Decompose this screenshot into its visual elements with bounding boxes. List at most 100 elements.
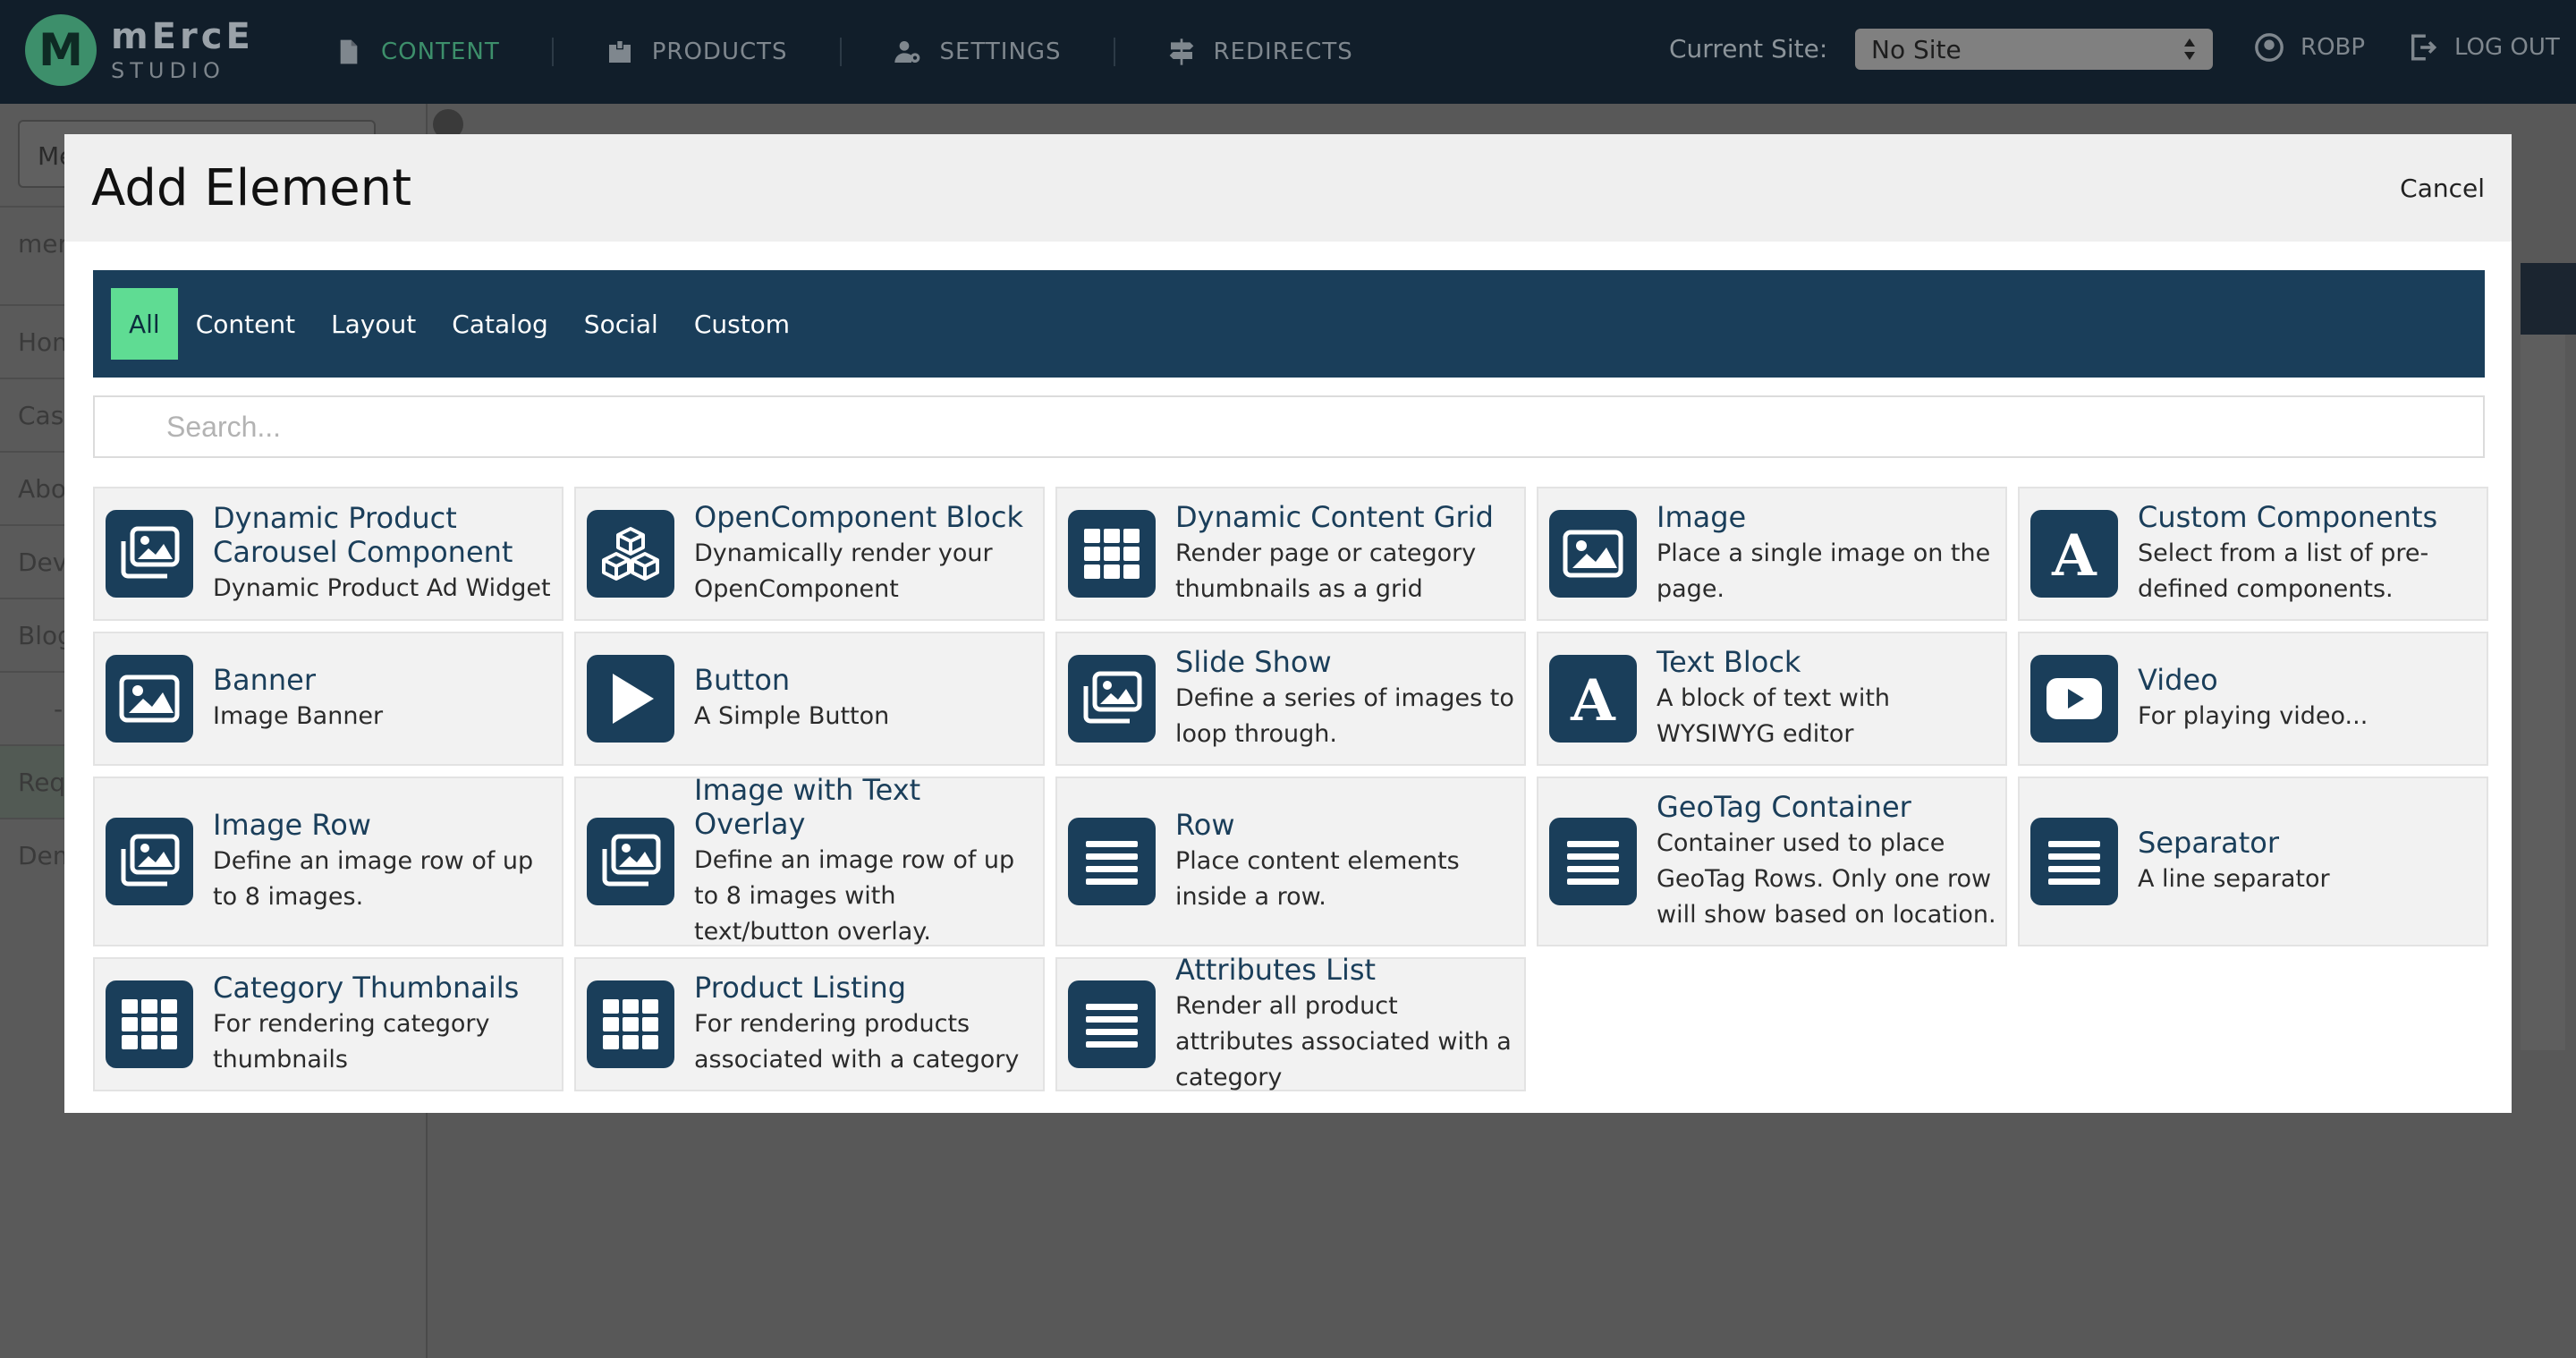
element-card[interactable]: Image Place a single image on the page. (1537, 487, 2007, 621)
element-description: Place a single image on the page. (1657, 539, 1991, 603)
images-icon (1068, 655, 1156, 743)
element-description: Render page or category thumbnails as a … (1175, 539, 1477, 603)
element-description: For rendering products associated with a… (694, 1010, 1020, 1074)
grid-icon (106, 980, 193, 1068)
logo-badge: M (25, 14, 97, 86)
svg-text:A: A (2051, 525, 2097, 582)
svg-text:A: A (1570, 670, 1616, 727)
element-card-text: Image with Text Overlay Define an image r… (694, 773, 1043, 950)
logo-wordmark: mErcE STUDIO (111, 19, 254, 81)
element-name: Image (1657, 500, 1747, 534)
element-description: Select from a list of pre-defined compon… (2138, 539, 2429, 603)
images-icon (106, 510, 193, 598)
element-card[interactable]: Product Listing For rendering products as… (574, 957, 1045, 1091)
background-content (2521, 335, 2565, 1050)
nav-item-settings[interactable]: SETTINGS (894, 38, 1062, 66)
element-name: Button (694, 663, 791, 697)
sidebar-item-label: Dev (18, 547, 68, 577)
element-card-text: Text Block A block of text with WYSIWYG e… (1657, 645, 2005, 752)
nav-item-label: PRODUCTS (651, 38, 788, 65)
logo-name: mErcE (111, 16, 254, 57)
element-name: Image Row (213, 808, 371, 842)
tab-all[interactable]: All (111, 288, 178, 360)
images-icon (587, 818, 674, 905)
element-description: For rendering category thumbnails (213, 1010, 490, 1074)
element-card-text: Dynamic Content Grid Render page or categ… (1175, 500, 1524, 607)
logout-button[interactable]: LOG OUT (2408, 32, 2560, 63)
element-name: Row (1175, 808, 1235, 842)
user-menu[interactable]: ROBP (2254, 32, 2365, 63)
sidebar-item-label: Req (18, 768, 66, 797)
element-card[interactable]: Image with Text Overlay Define an image r… (574, 773, 1045, 946)
current-site-select[interactable]: No Site (1855, 29, 2213, 70)
element-card[interactable]: Attributes List Render all product attrib… (1055, 953, 1526, 1091)
nav-item-label: CONTENT (381, 38, 500, 65)
element-card-text: Video For playing video... (2138, 663, 2487, 734)
element-card[interactable]: Dynamic Product Carousel Component Dynami… (93, 487, 564, 621)
modal-header: Add Element Cancel (64, 134, 2512, 242)
video-icon (2030, 655, 2118, 743)
element-card[interactable]: Category Thumbnails For rendering categor… (93, 957, 564, 1091)
tab-custom[interactable]: Custom (676, 288, 808, 360)
nav-item-products[interactable]: PRODUCTS (606, 38, 788, 66)
element-card-text: Custom Components Select from a list of p… (2138, 500, 2487, 607)
element-card[interactable]: Dynamic Content Grid Render page or categ… (1055, 487, 1526, 621)
element-description: Define an image row of up to 8 images wi… (694, 846, 1015, 946)
user-name: ROBP (2301, 34, 2366, 61)
logout-icon (2411, 34, 2437, 61)
element-name: Separator (2138, 826, 2279, 860)
element-description: Dynamic Product Ad Widget (213, 574, 551, 602)
cancel-button[interactable]: Cancel (2400, 174, 2485, 203)
element-name: Category Thumbnails (213, 971, 520, 1005)
element-card-text: Dynamic Product Carousel Component Dynami… (213, 501, 562, 607)
lines-icon (1068, 980, 1156, 1068)
element-card-text: Category Thumbnails For rendering categor… (213, 971, 562, 1078)
element-card[interactable]: Row Place content elements inside a row. (1055, 777, 1526, 946)
element-card[interactable]: Separator A line separator (2018, 777, 2488, 946)
element-card[interactable]: OpenComponent Block Dynamically render yo… (574, 487, 1045, 621)
element-description: Define an image row of up to 8 images. (213, 847, 534, 911)
sidebar-item-label: Abo (18, 474, 67, 504)
lines-icon (2030, 818, 2118, 905)
document-icon (340, 39, 358, 64)
element-card[interactable]: Slide Show Define a series of images to l… (1055, 632, 1526, 766)
modal-title: Add Element (91, 159, 412, 217)
current-site-label: Current Site: (1669, 34, 1828, 64)
element-card[interactable]: Video For playing video... (2018, 632, 2488, 766)
images-icon (106, 818, 193, 905)
tab-layout[interactable]: Layout (313, 288, 434, 360)
element-card-text: Banner Image Banner (213, 663, 562, 734)
main-nav: CONTENT PRODUCTS SETTINGS REDIRECTS (335, 0, 1353, 104)
tab-content[interactable]: Content (178, 288, 313, 360)
tab-catalog[interactable]: Catalog (434, 288, 566, 360)
image-icon (106, 655, 193, 743)
element-card-text: Image Place a single image on the page. (1657, 500, 2005, 607)
user-settings-icon (894, 41, 919, 63)
app-logo[interactable]: M mErcE STUDIO (25, 14, 254, 86)
search-input[interactable] (93, 395, 2485, 458)
logout-label: LOG OUT (2454, 34, 2560, 61)
element-card[interactable]: Button A Simple Button (574, 632, 1045, 766)
element-name: Custom Components (2138, 500, 2438, 534)
cubes-icon (587, 510, 674, 598)
nav-divider (551, 38, 554, 66)
tab-social[interactable]: Social (566, 288, 676, 360)
nav-item-content[interactable]: CONTENT (335, 38, 500, 66)
top-navigation-bar: M mErcE STUDIO CONTENT PRODUCTS SETTINGS… (0, 0, 2576, 104)
element-card-text: Row Place content elements inside a row. (1175, 808, 1524, 915)
element-description: Define a series of images to loop throug… (1175, 684, 1514, 748)
nav-item-label: SETTINGS (939, 38, 1062, 65)
grid-icon (587, 980, 674, 1068)
element-card-text: Slide Show Define a series of images to l… (1175, 645, 1524, 752)
nav-item-redirects[interactable]: REDIRECTS (1167, 38, 1353, 66)
element-card[interactable]: Image Row Define an image row of up to 8 … (93, 777, 564, 946)
products-icon (608, 39, 631, 63)
element-card[interactable]: GeoTag Container Container used to place … (1537, 777, 2007, 946)
element-name: Product Listing (694, 971, 907, 1005)
category-tabs: All Content Layout Catalog Social Custom (93, 270, 2485, 378)
element-name: OpenComponent Block (694, 500, 1023, 534)
element-card[interactable]: A Text Block A block of text with WYSIWYG … (1537, 632, 2007, 766)
element-card[interactable]: A Custom Components Select from a list of … (2018, 487, 2488, 621)
element-card[interactable]: Banner Image Banner (93, 632, 564, 766)
element-card-text: Product Listing For rendering products as… (694, 971, 1043, 1078)
